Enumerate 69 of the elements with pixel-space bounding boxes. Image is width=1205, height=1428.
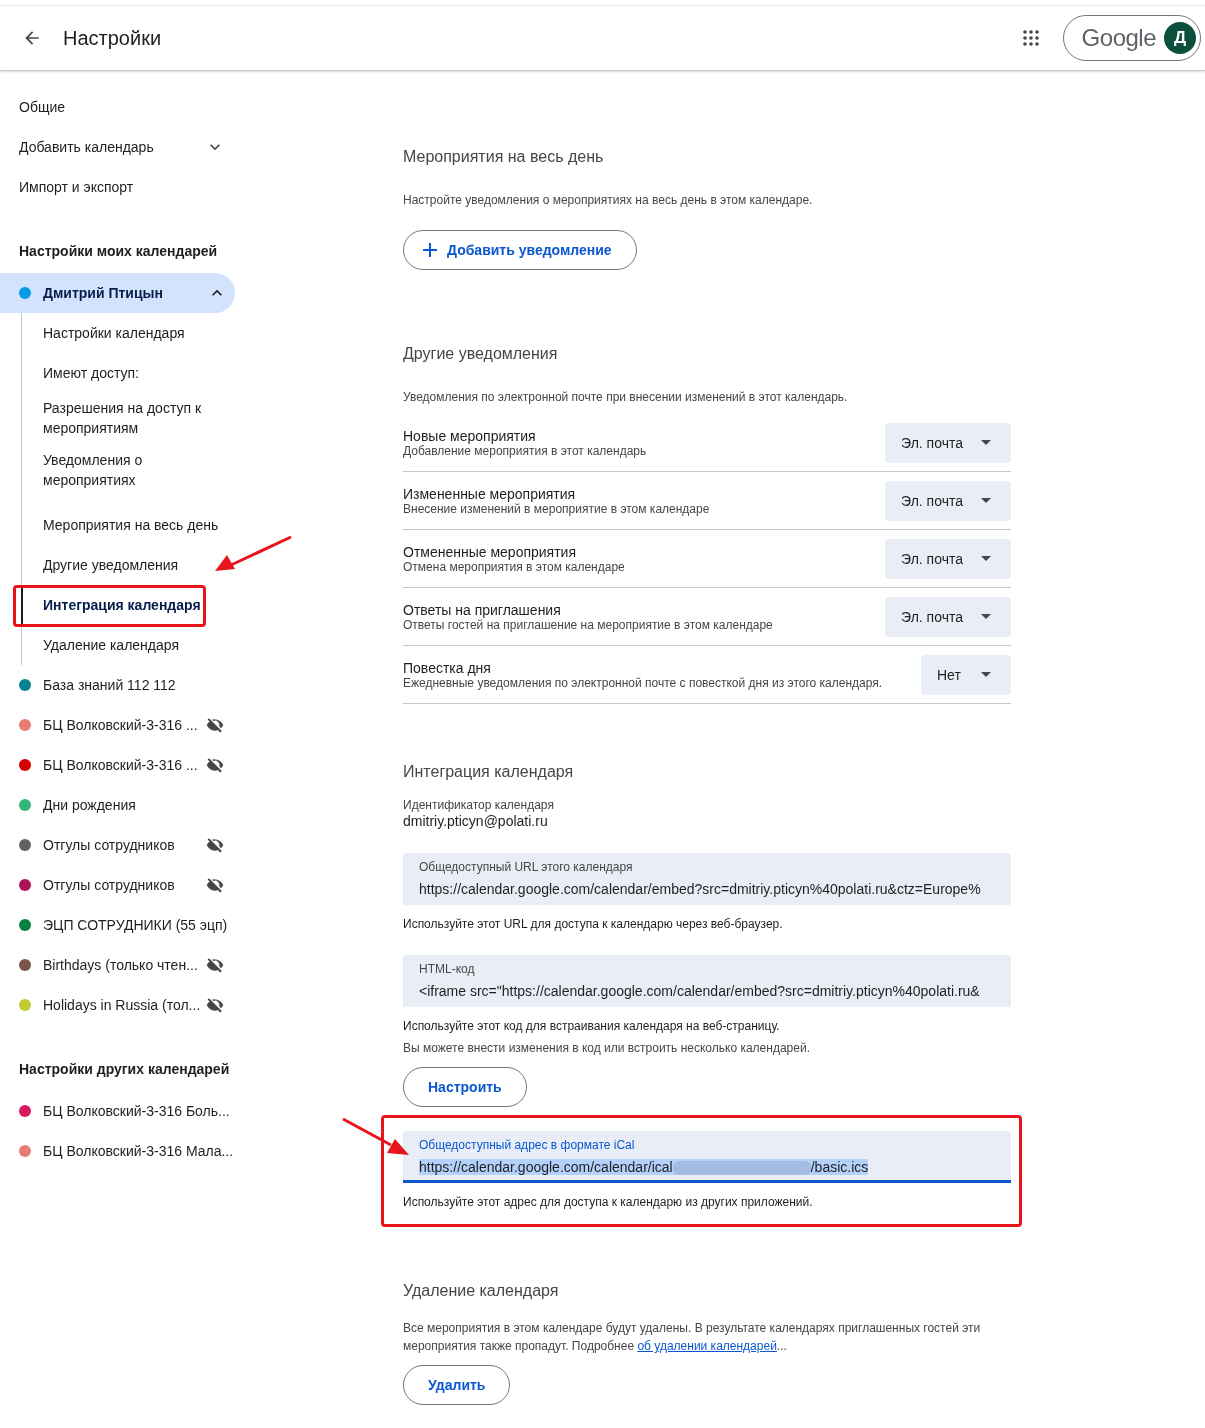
setting-description: Внесение изменений в мероприятие в этом календаре [403,501,710,516]
calendar-item[interactable]: База знаний 112 112 [0,665,235,705]
dropdown-arrow-icon [981,672,991,677]
help-text: Используйте этот адрес для доступа к календарю из других приложений. [403,1194,814,1211]
calendar-item[interactable]: Дмитрий Птицын [0,273,235,313]
sidebar-item[interactable]: Импорт и экспорт [0,167,225,207]
help-text: Используйте этот код для встраивания календаря на веб-страницу. [403,1018,781,1035]
setting-title: Измененные мероприятия [403,485,577,502]
html-code-field[interactable]: HTML-код <iframe src="https://calendar.google.com/calendar/embed?src=dmitriy.pticyn%40polati.ru& [403,955,1011,1007]
calendar-item[interactable]: Holidays in Russia (тол... [0,985,235,1025]
dropdown-arrow-icon [981,614,991,619]
plus-icon [423,243,437,257]
annotation-arrow [341,1117,411,1157]
setting-description: Отмена мероприятия в этом календаре [403,559,625,574]
setting-description: Добавление мероприятия в этот календарь [403,443,647,458]
setting-title: Повестка дня [403,659,492,676]
sidebar-item[interactable]: Общие [0,87,225,127]
sidebar-subitem[interactable]: Другие уведомления [22,545,227,585]
calendar-item[interactable]: ЭЦП СОТРУДНИКИ (55 эцп) [0,905,235,945]
section-description: Настройте уведомления о мероприятиях на весь день в этом календаре. [403,192,814,209]
help-text: Используйте этот URL для доступа к календарю через веб-браузер. [403,916,784,933]
section-heading: Настройки других календарей [18,1060,231,1079]
notification-dropdown[interactable]: Эл. почта [885,538,1011,579]
calendar-item[interactable]: БЦ Волковский-3-316 Мала... [0,1131,235,1171]
section-heading: Настройки моих календарей [18,242,219,261]
sidebar-subitem[interactable]: Уведомления о мероприятиях [22,445,227,497]
sidebar-subitem[interactable]: Настройки календаря [22,313,227,353]
sidebar-subitem[interactable]: Мероприятия на весь день [22,497,227,545]
page-title: Настройки [63,26,162,50]
ical-address-field[interactable]: Общедоступный адрес в формате iCal https://calendar.google.com/calendar/ical /basic.ics [403,1131,1011,1183]
dropdown-arrow-icon [981,440,991,445]
calendar-item[interactable]: Birthdays (только чтен... [0,945,235,985]
section-title: Другие уведомления [403,344,559,364]
setting-title: Новые мероприятия [403,427,537,444]
calendar-item[interactable]: Отгулы сотрудников [0,825,235,865]
help-text: Вы можете внести изменения в код или встроить несколько календарей. [403,1040,811,1057]
notification-dropdown[interactable]: Нет [921,654,1011,695]
field-label: Идентификатор календаря [403,798,555,812]
calendar-item[interactable]: БЦ Волковский-3-316 ... [0,705,235,745]
calendar-id: dmitriy.pticyn@polati.ru [403,813,549,829]
add-notification-button[interactable]: Добавить уведомление [403,230,637,270]
dropdown-arrow-icon [981,556,991,561]
sidebar-subitem[interactable]: Удаление календаря [22,625,227,665]
notification-dropdown[interactable]: Эл. почта [885,422,1011,463]
setting-description: Ежедневные уведомления по электронной почте с повесткой дня из этого календаря. [403,675,883,690]
sidebar-subitem[interactable]: Интеграция календаря [21,585,241,625]
calendar-item[interactable]: БЦ Волковский-3-316 ... [0,745,235,785]
section-description: Все мероприятия в этом календаре будут удалены. В результате календарях приглашенных гостей эти мероприятия также пропадут. Подробнее об удалении календарей... [403,1320,982,1355]
delete-button[interactable]: Удалить [403,1365,511,1405]
section-title: Мероприятия на весь день [403,147,605,167]
help-link[interactable]: об удалении календарей [637,1339,777,1353]
apps-grid-icon[interactable] [1021,29,1040,47]
setting-title: Ответы на приглашения [403,601,562,618]
notification-dropdown[interactable]: Эл. почта [885,596,1011,637]
sidebar-item[interactable]: Добавить календарь [0,127,225,167]
sidebar-subitem[interactable]: Разрешения на доступ к мероприятиям [22,393,227,445]
section-description: Уведомления по электронной почте при внесении изменений в этот календарь. [403,389,849,406]
calendar-item[interactable]: Дни рождения [0,785,235,825]
notification-dropdown[interactable]: Эл. почта [885,480,1011,521]
setting-description: Ответы гостей на приглашение на мероприятие в этом календаре [403,617,773,632]
public-url-field[interactable]: Общедоступный URL этого календаря https://calendar.google.com/calendar/embed?src=dmitriy.pticyn%40polati.ru&ctz=Europe% [403,853,1011,905]
calendar-item[interactable]: Отгулы сотрудников [0,865,235,905]
sidebar-subitem[interactable]: Имеют доступ: [22,353,227,393]
calendar-item[interactable]: БЦ Волковский-3-316 Боль... [0,1091,235,1131]
section-title: Интеграция календаря [403,762,575,782]
customize-button[interactable]: Настроить [403,1067,527,1107]
section-title: Удаление календаря [403,1281,560,1301]
dropdown-arrow-icon [981,498,991,503]
setting-title: Отмененные мероприятия [403,543,577,560]
